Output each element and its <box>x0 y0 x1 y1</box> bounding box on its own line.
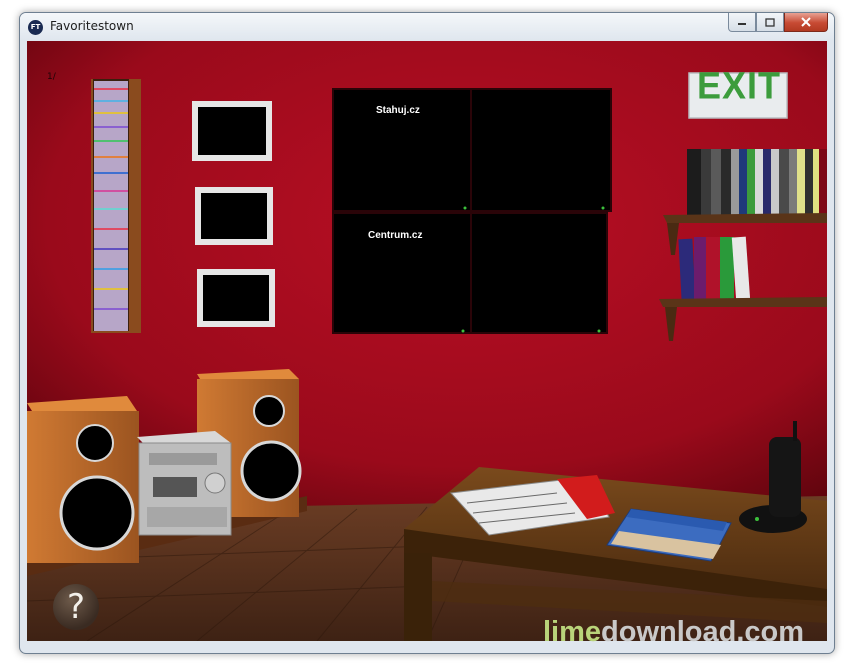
picture-frames <box>192 101 275 327</box>
minimize-icon <box>738 23 746 25</box>
room-illustration <box>27 41 827 641</box>
close-button[interactable] <box>784 13 828 32</box>
minimize-button[interactable] <box>728 13 756 32</box>
maximize-button[interactable] <box>756 13 784 32</box>
tv-screen-stahuj[interactable]: Stahuj.cz <box>376 105 420 116</box>
exit-sign: EXIT <box>696 63 781 107</box>
app-icon: FT <box>28 20 43 35</box>
maximize-icon <box>765 17 775 27</box>
tv-wall <box>332 88 612 334</box>
watermark-part-lime: lime <box>543 616 602 648</box>
title-bar[interactable]: FT Favoritestown <box>20 13 834 41</box>
help-button[interactable]: ? <box>53 584 99 630</box>
corner-mark: 1/ <box>47 72 56 82</box>
watermark-part-download: download.com <box>601 616 805 648</box>
watermark: limedownload.com <box>543 616 804 649</box>
window-controls <box>728 13 828 32</box>
room-scene: 1/ EXIT Stahuj.cz Centrum.cz ? <box>27 41 827 641</box>
window-title: Favoritestown <box>50 19 134 33</box>
tv-screen-centrum[interactable]: Centrum.cz <box>368 230 422 241</box>
cd-stack <box>94 81 128 331</box>
app-window: FT Favoritestown 1/ EXIT Stahuj.cz Centr… <box>19 12 835 654</box>
close-icon <box>801 17 811 27</box>
